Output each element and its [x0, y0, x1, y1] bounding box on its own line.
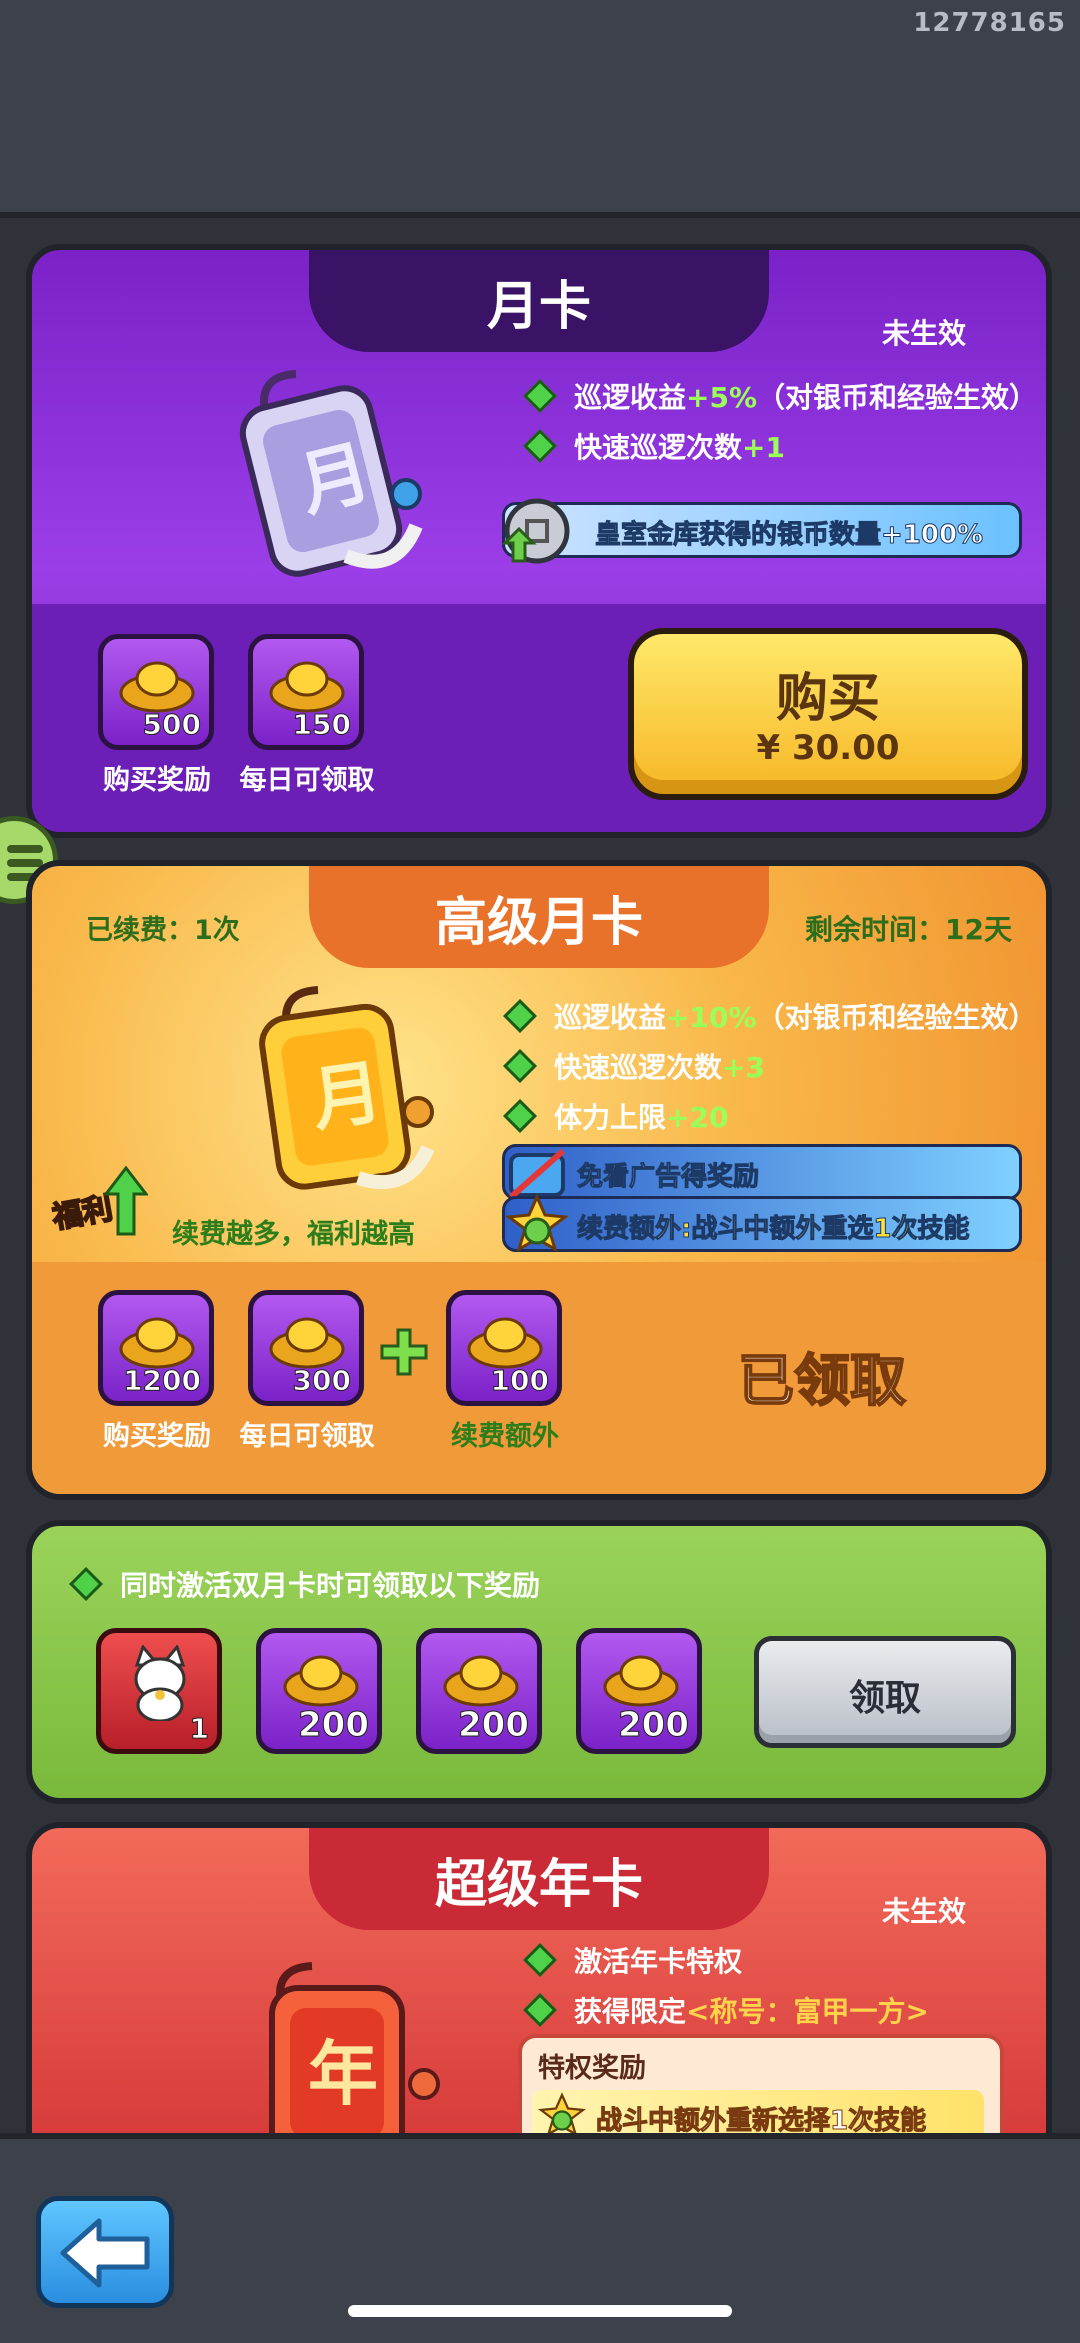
perk-fast-patrol: 快速巡逻次数+1 — [523, 426, 785, 466]
perk-activate-year: 激活年卡特权 — [523, 1940, 742, 1980]
renew-count: 已续费：1次 — [86, 915, 240, 946]
perk-patrol-income: 巡逻收益+10%（对银币和经验生效） — [503, 996, 1037, 1036]
monthly-card-icon: 月 — [239, 370, 423, 577]
reward-label: 每日可领取 — [239, 765, 375, 796]
reward-renew-extra[interactable]: 100 — [446, 1290, 562, 1406]
perk-fast-patrol: 快速巡逻次数+3 — [503, 1046, 765, 1086]
diamond-bullet-icon — [503, 1049, 537, 1083]
renew-extra-banner: 续费额外:战斗中额外重选1次技能 — [502, 1193, 1022, 1253]
skill-refresh-icon — [505, 1193, 569, 1253]
reward-label: 购买奖励 — [103, 1421, 211, 1452]
gold-ingot-icon — [467, 1317, 543, 1369]
perk-stamina: 体力上限+20 — [503, 1096, 728, 1136]
reward-lucky-cat[interactable]: 1 — [96, 1628, 222, 1754]
claim-button[interactable]: 领取 — [754, 1636, 1016, 1748]
claimed-status: 已领取 — [737, 1348, 907, 1415]
lucky-cat-icon — [134, 1645, 186, 1721]
diamond-bullet-icon — [523, 379, 557, 413]
reward-daily[interactable]: 150 — [248, 634, 364, 750]
plus-icon — [380, 1328, 428, 1376]
back-button[interactable] — [36, 2196, 174, 2308]
vault-bonus-banner: 皇室金库获得的银币数量+100% — [501, 498, 1022, 564]
gold-ingot-icon — [119, 1317, 195, 1369]
buy-button[interactable]: 购买 ¥ 30.00 — [628, 628, 1028, 800]
reward-purchase[interactable]: 1200 — [98, 1290, 214, 1406]
reward-gold[interactable]: 200 — [576, 1628, 702, 1754]
reward-label: 购买奖励 — [103, 765, 211, 796]
premium-card-icon: 月 — [259, 986, 435, 1190]
gold-ingot-icon — [269, 661, 345, 713]
gold-ingot-icon — [119, 661, 195, 713]
privilege-title: 特权奖励 — [538, 2053, 646, 2084]
diamond-bullet-icon — [523, 429, 557, 463]
welfare-badge: 福利 — [49, 1166, 148, 1246]
gold-ingot-icon — [443, 1655, 519, 1707]
svg-text:年: 年 — [308, 2033, 378, 2115]
welfare-text: 续费越多，福利越高 — [172, 1219, 415, 1250]
svg-text:月: 月 — [307, 1051, 388, 1142]
reward-gold[interactable]: 200 — [256, 1628, 382, 1754]
reward-label: 每日可领取 — [239, 1421, 375, 1452]
up-arrow-icon — [104, 1166, 148, 1236]
reward-gold[interactable]: 200 — [416, 1628, 542, 1754]
perk-patrol-income: 巡逻收益+5%（对银币和经验生效） — [523, 376, 1037, 416]
status-badge: 未生效 — [881, 317, 966, 350]
perk-title: 获得限定<称号：富甲一方> — [523, 1990, 929, 2030]
back-arrow-icon — [60, 2218, 150, 2288]
reward-daily[interactable]: 300 — [248, 1290, 364, 1406]
super-year-card: 超级年卡 未生效 年 激活年卡特权 获得限定<称号：富甲一方> 特权奖励 战斗中… — [26, 1822, 1052, 2152]
diamond-bullet-icon — [503, 1099, 537, 1133]
status-badge: 未生效 — [881, 1895, 966, 1928]
price-label: ¥ 30.00 — [756, 728, 900, 768]
year-card-icon: 年 — [269, 1962, 440, 2146]
premium-card: 高级月卡 已续费：1次 剩余时间：12天 月 巡逻收益+10%（对银币和经验生效… — [26, 860, 1052, 1500]
diamond-bullet-icon — [523, 1993, 557, 2027]
home-indicator[interactable] — [348, 2305, 732, 2317]
dual-card-note: 同时激活双月卡时可领取以下奖励 — [69, 1564, 540, 1604]
reward-purchase[interactable]: 500 — [98, 634, 214, 750]
gold-ingot-icon — [603, 1655, 679, 1707]
diamond-bullet-icon — [69, 1567, 103, 1601]
no-ad-banner: 免看广告得奖励 — [502, 1144, 1022, 1200]
monthly-card: 月卡 未生效 月 巡逻收益+5%（对银币和经验生效） 快速巡逻次数+1 皇室金库… — [26, 244, 1052, 838]
diamond-bullet-icon — [523, 1943, 557, 1977]
gold-ingot-icon — [283, 1655, 359, 1707]
reward-label: 续费额外 — [451, 1421, 559, 1452]
silver-coin-arrow-icon — [501, 498, 570, 564]
diamond-bullet-icon — [503, 999, 537, 1033]
user-id: 12778165 — [913, 8, 1066, 38]
remaining-time: 剩余时间：12天 — [805, 913, 1012, 946]
gold-ingot-icon — [269, 1317, 345, 1369]
